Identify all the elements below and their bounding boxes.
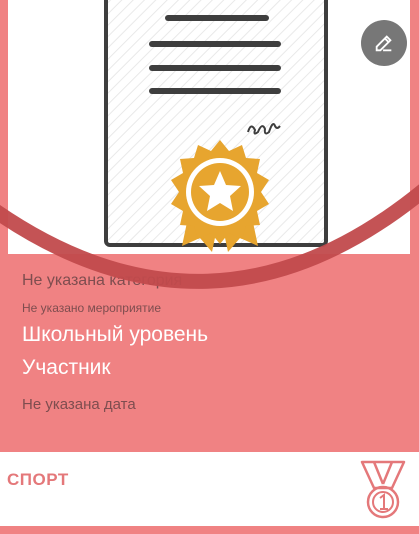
event-text: Не указано мероприятие <box>22 301 162 315</box>
achievement-card[interactable]: Не указана категория Не указано мероприя… <box>0 0 419 534</box>
medal-icon <box>360 460 406 519</box>
role-text: Участник <box>22 356 111 379</box>
level-text: Школьный уровень <box>22 323 209 346</box>
category-text: Не указана категория <box>22 272 183 289</box>
edit-button[interactable] <box>361 20 407 66</box>
date-text: Не указана дата <box>22 396 136 413</box>
card-bottom-strip <box>0 526 419 534</box>
pencil-icon <box>375 35 392 52</box>
card-footer: СПОРТ <box>0 452 419 526</box>
section-title: СПОРТ <box>7 470 69 489</box>
certificate-image <box>8 0 410 254</box>
certificate-icon <box>104 0 328 252</box>
